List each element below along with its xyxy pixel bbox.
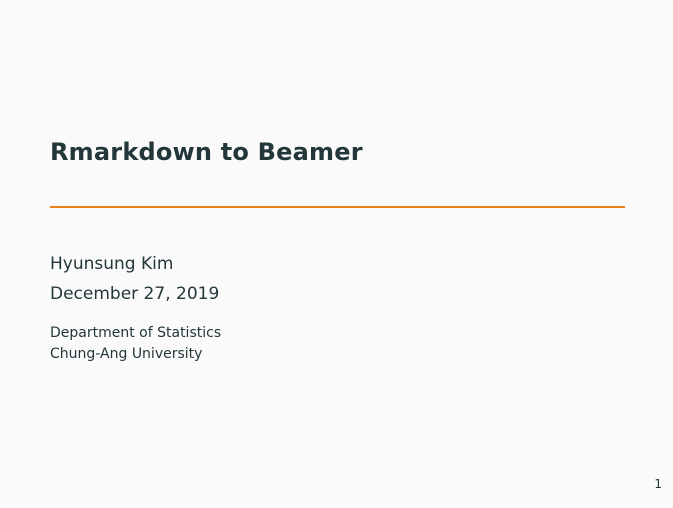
slide-institute: Department of Statistics Chung-Ang Unive…: [50, 323, 221, 365]
slide-author: Hyunsung Kim: [50, 254, 174, 274]
page-number: 1: [654, 477, 662, 491]
slide-date: December 27, 2019: [50, 284, 220, 304]
title-separator: [50, 206, 625, 208]
institute-line: Department of Statistics: [50, 325, 222, 341]
slide-title: Rmarkdown to Beamer: [50, 138, 363, 166]
institute-line: Chung-Ang University: [50, 346, 203, 362]
title-slide: Rmarkdown to Beamer Hyunsung Kim Decembe…: [0, 0, 673, 508]
